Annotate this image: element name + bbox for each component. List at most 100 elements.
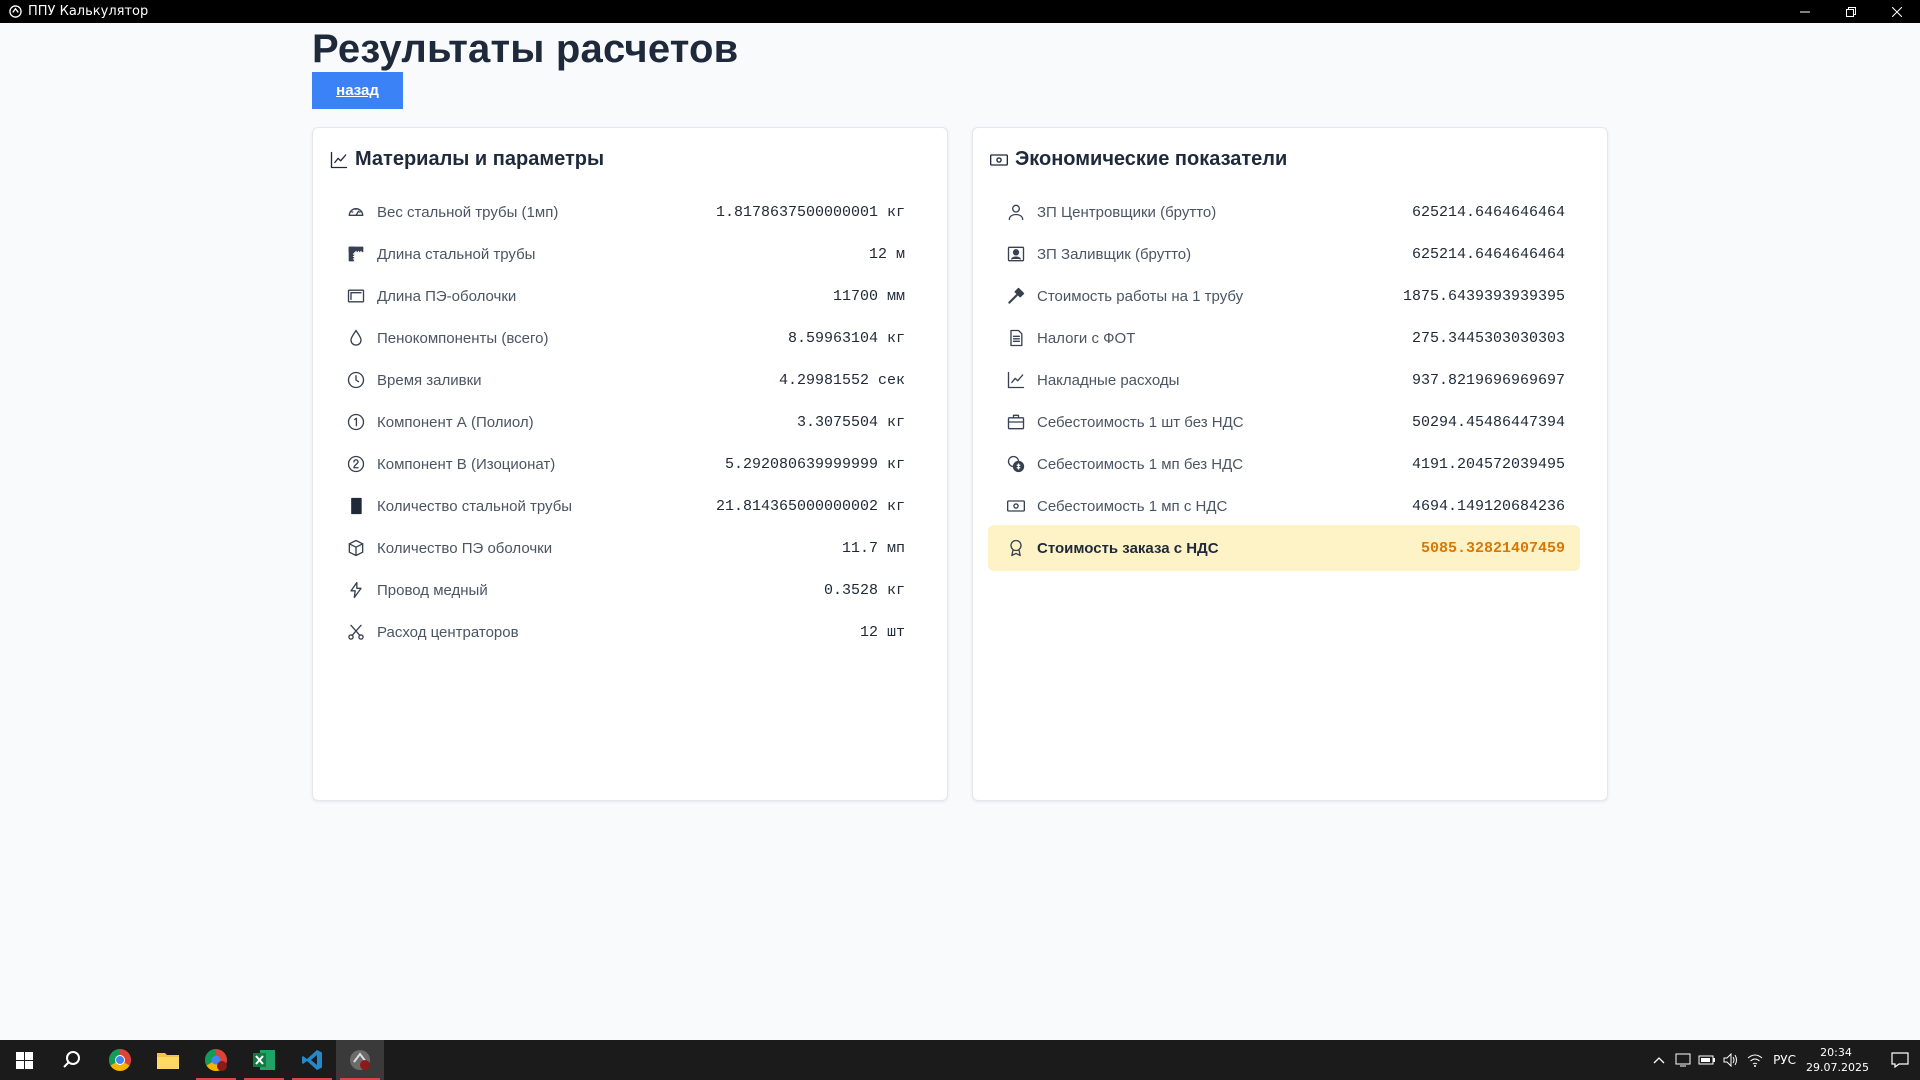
close-button[interactable] <box>1874 0 1920 23</box>
language-indicator[interactable]: РУС <box>1773 1053 1796 1067</box>
economics-row-value: 4191.204572039495 <box>1411 455 1565 473</box>
economics-row-label: Себестоимость 1 мп без НДС <box>1037 455 1244 473</box>
economics-card-title: Экономические показатели <box>1015 148 1288 170</box>
user-badge-icon <box>1005 243 1027 265</box>
materials-row-label: Время заливки <box>377 371 482 389</box>
materials-row-label: Компонент В (Изоционат) <box>377 455 556 473</box>
excel-icon[interactable] <box>240 1040 288 1080</box>
materials-row-label: Компонент А (Полиол) <box>377 413 534 431</box>
materials-row: Длина ПЭ-оболочки 11700 мм <box>328 273 920 319</box>
wifi-icon[interactable] <box>1743 1040 1767 1080</box>
black-rectangle-icon <box>345 495 367 517</box>
display-icon[interactable] <box>1671 1040 1695 1080</box>
clock-icon <box>345 369 367 391</box>
search-icon[interactable] <box>48 1040 96 1080</box>
materials-row-label: Вес стальной трубы (1мп) <box>377 203 559 221</box>
user-icon <box>1005 201 1027 223</box>
banknote-icon <box>1005 495 1027 517</box>
minimize-button[interactable] <box>1782 0 1828 23</box>
economics-row: Накладные расходы 937.8219696969697 <box>988 357 1580 403</box>
app-icon[interactable] <box>336 1040 384 1080</box>
clock-date: 29.07.2025 <box>1806 1061 1869 1074</box>
scissors-icon <box>345 621 367 643</box>
economics-row: Себестоимость 1 шт без НДС 50294.45486447… <box>988 399 1580 445</box>
economics-row: ЗП Заливщик (брутто) 625214.6464646464 <box>988 231 1580 277</box>
materials-card: Материалы и параметры Вес стальной трубы… <box>312 127 948 801</box>
window-title: ППУ Калькулятор <box>28 4 149 19</box>
economics-row-label: Накладные расходы <box>1037 371 1180 389</box>
materials-row: Количество стальной трубы 21.814365000000… <box>328 483 920 529</box>
briefcase-icon <box>1005 411 1027 433</box>
windows-start-icon[interactable] <box>0 1040 48 1080</box>
economics-row-value: 275.3445303030303 <box>1411 329 1565 347</box>
number-one-icon <box>345 411 367 433</box>
economics-row: Стоимость заказа с НДС 5085.32821407459 <box>988 525 1580 571</box>
banknote-icon <box>988 149 1010 171</box>
materials-row-label: Количество ПЭ оболочки <box>377 539 553 557</box>
chevron-up-icon[interactable] <box>1647 1040 1671 1080</box>
box-icon <box>345 537 367 559</box>
file-explorer-icon[interactable] <box>144 1040 192 1080</box>
clock[interactable]: 20:34 29.07.2025 <box>1806 1045 1869 1075</box>
economics-row-label: ЗП Центровщики (брутто) <box>1037 203 1217 221</box>
materials-row-value: 0.3528 кг <box>823 581 905 599</box>
chrome-profile-icon[interactable] <box>192 1040 240 1080</box>
materials-row-label: Длина ПЭ-оболочки <box>377 287 517 305</box>
economics-row-value: 625214.6464646464 <box>1411 203 1565 221</box>
materials-row-label: Провод медный <box>377 581 488 599</box>
economics-row: Себестоимость 1 мп без НДС 4191.204572039… <box>988 441 1580 487</box>
coins-icon <box>1005 453 1027 475</box>
materials-row: Провод медный 0.3528 кг <box>328 567 920 613</box>
economics-row-label: ЗП Заливщик (брутто) <box>1037 245 1192 263</box>
materials-card-title: Материалы и параметры <box>355 148 605 170</box>
vscode-icon[interactable] <box>288 1040 336 1080</box>
economics-row-value: 5085.32821407459 <box>1420 539 1565 557</box>
notifications-icon[interactable] <box>1880 1040 1920 1080</box>
materials-row-label: Пенокомпоненты (всего) <box>377 329 549 347</box>
materials-row-value: 3.3075504 кг <box>796 413 905 431</box>
clock-time: 20:34 <box>1820 1046 1852 1059</box>
materials-row: Компонент В (Изоционат) 5.292080639999999… <box>328 441 920 487</box>
economics-row-value: 1875.6439393939395 <box>1402 287 1565 305</box>
number-two-icon <box>345 453 367 475</box>
system-tray: РУС 20:34 29.07.2025 <box>1647 1040 1920 1080</box>
frame-icon <box>345 285 367 307</box>
materials-row: Пенокомпоненты (всего) 8.59963104 кг <box>328 315 920 361</box>
economics-row: Стоимость работы на 1 трубу 1875.64393939… <box>988 273 1580 319</box>
economics-row-value: 625214.6464646464 <box>1411 245 1565 263</box>
economics-row-label: Себестоимость 1 шт без НДС <box>1037 413 1244 431</box>
economics-row-label: Стоимость заказа с НДС <box>1037 539 1219 557</box>
materials-row: Время заливки 4.29981552 сек <box>328 357 920 403</box>
economics-row-value: 4694.149120684236 <box>1411 497 1565 515</box>
battery-icon[interactable] <box>1695 1040 1719 1080</box>
chart-line-icon <box>1005 369 1027 391</box>
restore-button[interactable] <box>1828 0 1874 23</box>
document-icon <box>1005 327 1027 349</box>
back-button[interactable]: назад <box>312 72 403 109</box>
materials-row-label: Длина стальной трубы <box>377 245 536 263</box>
materials-row-value: 5.292080639999999 кг <box>724 455 905 473</box>
materials-row: Расход центраторов 12 шт <box>328 609 920 655</box>
chart-line-icon <box>328 149 350 171</box>
hammer-icon <box>1005 285 1027 307</box>
app-icon <box>8 5 22 19</box>
materials-row-label: Количество стальной трубы <box>377 497 573 515</box>
economics-row-label: Стоимость работы на 1 трубу <box>1037 287 1244 305</box>
economics-card-header: Экономические показатели <box>988 148 1287 171</box>
volume-icon[interactable] <box>1719 1040 1743 1080</box>
economics-row-value: 937.8219696969697 <box>1411 371 1565 389</box>
materials-row-value: 4.29981552 сек <box>778 371 905 389</box>
ruler-icon <box>345 243 367 265</box>
economics-row: Налоги с ФОТ 275.3445303030303 <box>988 315 1580 361</box>
economics-row-label: Себестоимость 1 мп с НДС <box>1037 497 1228 515</box>
taskbar: РУС 20:34 29.07.2025 <box>0 1040 1920 1080</box>
economics-row-label: Налоги с ФОТ <box>1037 329 1136 347</box>
materials-row: Вес стальной трубы (1мп) 1.81786375000000… <box>328 189 920 235</box>
gauge-icon <box>345 201 367 223</box>
materials-row-value: 8.59963104 кг <box>787 329 905 347</box>
chrome-icon[interactable] <box>96 1040 144 1080</box>
award-icon <box>1005 537 1027 559</box>
economics-row: Себестоимость 1 мп с НДС 4694.14912068423… <box>988 483 1580 529</box>
materials-row-value: 21.814365000000002 кг <box>715 497 905 515</box>
materials-row: Длина стальной трубы 12 м <box>328 231 920 277</box>
